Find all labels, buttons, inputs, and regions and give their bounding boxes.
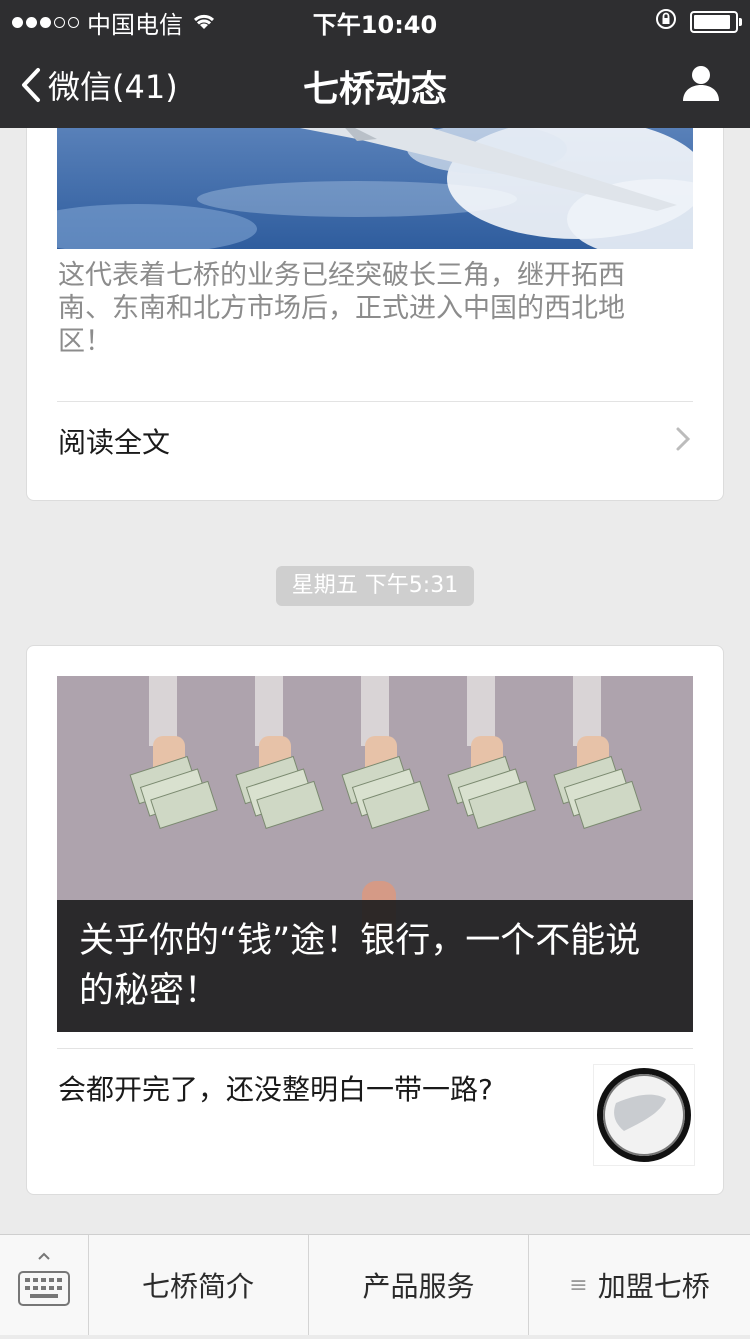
divider <box>57 401 693 402</box>
article-cover-image[interactable]: 关乎你的“钱”途！银行，一个不能说的秘密！ <box>57 676 693 1032</box>
menu-tab-join[interactable]: ≡ 加盟七桥 <box>529 1235 750 1335</box>
article-card[interactable]: 关乎你的“钱”途！银行，一个不能说的秘密！ 会都开完了，还没整明白一带一路? <box>26 645 724 1195</box>
message-feed[interactable]: 这代表着七桥的业务已经突破长三角，继开拓西南、东南和北方市场后，正式进入中国的西… <box>0 128 750 1234</box>
menu-tab-products[interactable]: 产品服务 <box>309 1235 529 1335</box>
clock: 下午10:40 <box>312 11 438 39</box>
menu-icon: ≡ <box>569 1272 588 1298</box>
menu-tab-label: 加盟七桥 <box>597 1270 710 1303</box>
rotation-lock-icon <box>654 7 678 37</box>
read-more-link[interactable]: 阅读全文 <box>58 421 170 461</box>
divider <box>57 1048 693 1049</box>
menu-tab-label: 产品服务 <box>362 1270 475 1303</box>
article-sub-title[interactable]: 会都开完了，还没整明白一带一路? <box>58 1070 528 1110</box>
status-bar: 中国电信 下午10:40 <box>0 0 750 40</box>
battery-icon <box>690 11 742 33</box>
nav-bar: 微信(41) 七桥动态 <box>0 40 750 128</box>
article-cover-image <box>57 128 693 249</box>
menu-tab-intro[interactable]: 七桥简介 <box>88 1235 309 1335</box>
page-title: 七桥动态 <box>302 69 447 110</box>
article-description: 这代表着七桥的业务已经突破长三角，继开拓西南、东南和北方市场后，正式进入中国的西… <box>58 260 625 357</box>
timestamp-badge: 星期五 下午5:31 <box>276 566 474 606</box>
profile-button[interactable] <box>682 64 720 106</box>
keyboard-icon <box>18 1252 70 1306</box>
article-cover-title: 关乎你的“钱”途！银行，一个不能说的秘密！ <box>57 900 693 1032</box>
profile-icon <box>683 66 719 101</box>
bottom-menu-bar: 七桥简介 产品服务 ≡ 加盟七桥 <box>0 1234 750 1335</box>
keyboard-toggle-button[interactable] <box>0 1235 89 1335</box>
chevron-right-icon <box>676 427 691 451</box>
article-card[interactable]: 这代表着七桥的业务已经突破长三角，继开拓西南、东南和北方市场后，正式进入中国的西… <box>26 128 724 501</box>
article-thumbnail[interactable] <box>593 1064 695 1166</box>
menu-tab-label: 七桥简介 <box>141 1270 254 1303</box>
